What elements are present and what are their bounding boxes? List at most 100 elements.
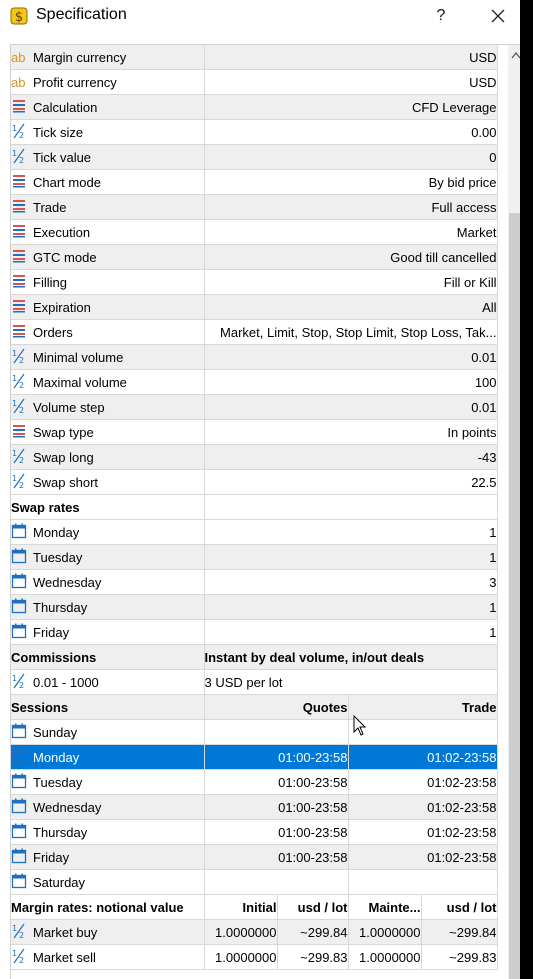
property-row[interactable]: 1 2 Tick value 0	[11, 144, 498, 170]
svg-text:$: $	[15, 10, 23, 25]
margin-row[interactable]: 1 2 Market sell 1.0000000 ~299.83 1.0000000 ~2…	[11, 944, 498, 970]
quotes-label: 01:00-23:58	[278, 750, 348, 766]
list-icon	[13, 175, 25, 188]
session-row[interactable]: Tuesday 01:00-23:58 01:02-23:58	[11, 769, 498, 795]
swap-value: 1	[204, 619, 498, 645]
property-value: Market, Limit, Stop, Stop Limit, Stop Lo…	[204, 319, 498, 345]
property-row[interactable]: ab Margin currency USD	[11, 45, 498, 70]
calendar-icon	[11, 573, 27, 589]
session-row[interactable]: Monday 01:00-23:58 01:02-23:58	[11, 744, 498, 770]
section-header-swap[interactable]: Swap rates	[11, 494, 498, 520]
value-label: ~299.84	[300, 925, 348, 941]
swap-row[interactable]: Thursday 1	[11, 594, 498, 620]
swap-row[interactable]: Monday 1	[11, 519, 498, 545]
svg-text:1: 1	[12, 449, 17, 458]
property-value-label: 22.5	[471, 475, 497, 491]
svg-text:2: 2	[19, 931, 24, 939]
property-value: CFD Leverage	[204, 94, 498, 120]
list-icon	[13, 425, 25, 438]
property-row[interactable]: Execution Market	[11, 219, 498, 245]
property-row[interactable]: Orders Market, Limit, Stop, Stop Limit, S…	[11, 319, 498, 345]
property-value-label: Good till cancelled	[390, 250, 497, 266]
session-row[interactable]: Friday 01:00-23:58 01:02-23:58	[11, 844, 498, 870]
property-row[interactable]: Expiration All	[11, 294, 498, 320]
property-name: ab Margin currency	[11, 45, 205, 70]
trade-label: 01:02-23:58	[427, 775, 497, 791]
property-row[interactable]: Calculation CFD Leverage	[11, 94, 498, 120]
property-name: Calculation	[11, 94, 205, 120]
margin-initial: 1.0000000	[204, 944, 278, 970]
property-row[interactable]: GTC mode Good till cancelled	[11, 244, 498, 270]
property-value-label: Market, Limit, Stop, Stop Limit, Stop Lo…	[220, 325, 497, 341]
svg-text:1: 1	[12, 674, 17, 683]
swap-day: Thursday	[11, 594, 205, 620]
session-row[interactable]: Saturday	[11, 869, 498, 895]
property-row[interactable]: ab Profit currency USD	[11, 69, 498, 95]
property-row[interactable]: Swap type In points	[11, 419, 498, 445]
property-name-label: Swap long	[33, 449, 94, 465]
day-label: Wednesday	[33, 799, 102, 815]
scroll-up-arrow-icon[interactable]	[508, 45, 520, 67]
column-title: Quotes	[302, 700, 348, 716]
property-row[interactable]: 1 2 Minimal volume 0.01	[11, 344, 498, 370]
app-icon: $	[10, 7, 28, 25]
section-header-commissions[interactable]: Commissions Instant by deal volume, in/ou…	[11, 644, 498, 670]
svg-text:2: 2	[19, 156, 24, 164]
trade-label: 01:02-23:58	[427, 800, 497, 816]
session-row[interactable]: Sunday	[11, 719, 498, 745]
section-header-sessions[interactable]: Sessions Quotes Trade	[11, 694, 498, 720]
property-value-label: 0.01	[471, 350, 497, 366]
day-label: Friday	[33, 849, 70, 865]
property-name-label: Calculation	[33, 99, 98, 115]
day-label: Saturday	[33, 874, 86, 890]
session-day: Sunday	[11, 719, 205, 745]
day-label: Tuesday	[33, 774, 83, 790]
margin-row[interactable]: 1 2 Market buy 1.0000000 ~299.84 1.0000000 ~29…	[11, 919, 498, 945]
swap-row[interactable]: Tuesday 1	[11, 544, 498, 570]
property-name: Execution	[11, 219, 205, 245]
property-name-label: Margin currency	[33, 50, 127, 66]
mouse-cursor-icon	[353, 715, 367, 736]
half-icon: 12	[12, 398, 25, 414]
property-row[interactable]: Trade Full access	[11, 194, 498, 220]
property-row[interactable]: 1 2 Volume step 0.01	[11, 394, 498, 420]
help-button[interactable]: ?	[425, 0, 457, 32]
margin-name: 1 2 Market sell	[11, 944, 205, 970]
section-header-margin[interactable]: Margin rates: notional value Initial usd /…	[11, 894, 498, 920]
session-row[interactable]: Thursday 01:00-23:58 01:02-23:58	[11, 819, 498, 845]
close-button[interactable]	[478, 0, 518, 32]
calendar-icon	[11, 823, 27, 839]
swap-day: Friday	[11, 619, 205, 645]
margin-usd-initial: ~299.84	[277, 919, 349, 945]
spec-table: ab Margin currency USD ab Profit currency USD…	[11, 45, 498, 970]
property-row[interactable]: 1 2 Maximal volume 100	[11, 369, 498, 395]
session-row[interactable]: Wednesday 01:00-23:58 01:02-23:58	[11, 794, 498, 820]
list-icon	[13, 300, 25, 313]
property-row[interactable]: Chart mode By bid price	[11, 169, 498, 195]
session-quotes	[204, 869, 349, 895]
property-row[interactable]: 1 2 Swap long -43	[11, 444, 498, 470]
value-label: ~299.83	[300, 950, 348, 966]
range-label: 0.01 - 1000	[33, 674, 99, 690]
half-icon: 12	[12, 123, 25, 139]
half-icon: 12	[12, 373, 25, 389]
vertical-scrollbar[interactable]	[508, 45, 520, 979]
property-row[interactable]: 1 2 Swap short 22.5	[11, 469, 498, 495]
property-row[interactable]: 1 2 Tick size 0.00	[11, 119, 498, 145]
scroll-thumb[interactable]	[509, 213, 520, 979]
property-name: 1 2 Tick value	[11, 144, 205, 170]
svg-text:1: 1	[12, 149, 17, 158]
property-name-label: Execution	[33, 224, 91, 240]
swap-row[interactable]: Friday 1	[11, 619, 498, 645]
swap-value: 1	[204, 544, 498, 570]
commission-row[interactable]: 1 2 0.01 - 1000 3 USD per lot	[11, 669, 498, 695]
property-row[interactable]: Filling Fill or Kill	[11, 269, 498, 295]
property-value-label: USD	[469, 50, 497, 66]
value-label: ~299.83	[449, 950, 497, 966]
swap-row[interactable]: Wednesday 3	[11, 569, 498, 595]
specification-grid: ab Margin currency USD ab Profit currency USD…	[10, 44, 520, 979]
value-label: 1.0000000	[215, 950, 277, 966]
property-name-label: Swap short	[33, 474, 99, 490]
day-label: Friday	[33, 624, 70, 640]
svg-text:2: 2	[19, 956, 24, 964]
